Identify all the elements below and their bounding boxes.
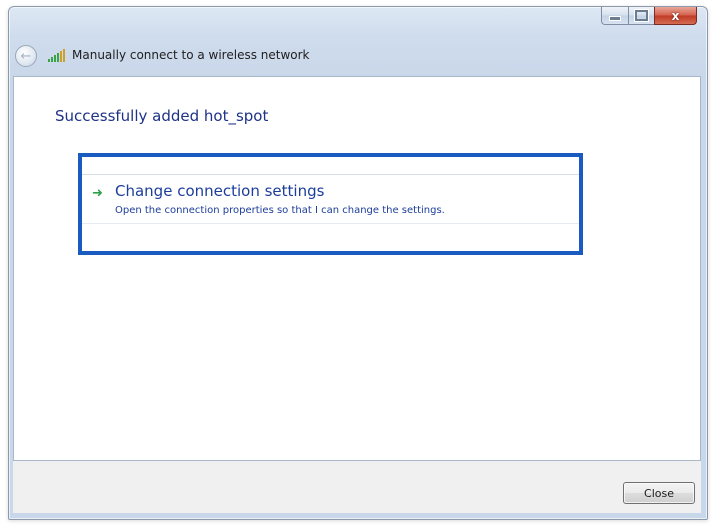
maximize-icon [635,10,648,21]
change-connection-settings-link[interactable]: ➜ Change connection settings Open the co… [88,182,573,226]
close-icon: x [671,8,680,23]
window-title: Manually connect to a wireless network [72,48,310,62]
window-controls: x [601,7,697,25]
option-description: Open the connection properties so that I… [115,205,445,216]
footer-bar: Close [13,461,701,513]
option-highlight-box: ➜ Change connection settings Open the co… [78,153,583,255]
minimize-icon [609,16,621,21]
page-title: Successfully added hot_spot [55,107,269,125]
window-close-button[interactable]: x [654,7,697,25]
back-button[interactable]: ← [15,45,37,67]
minimize-button[interactable] [601,7,628,25]
dialog-window: x ← Manually connect to a wireless netwo… [8,6,708,520]
option-title: Change connection settings [115,182,325,200]
close-button[interactable]: Close [623,482,695,504]
wireless-network-icon [48,49,65,62]
green-arrow-icon: ➜ [92,186,103,201]
back-arrow-icon: ← [20,48,32,64]
divider [82,174,579,175]
maximize-button[interactable] [628,7,654,25]
content-area: Successfully added hot_spot ➜ Change con… [13,76,701,461]
divider [82,223,579,224]
